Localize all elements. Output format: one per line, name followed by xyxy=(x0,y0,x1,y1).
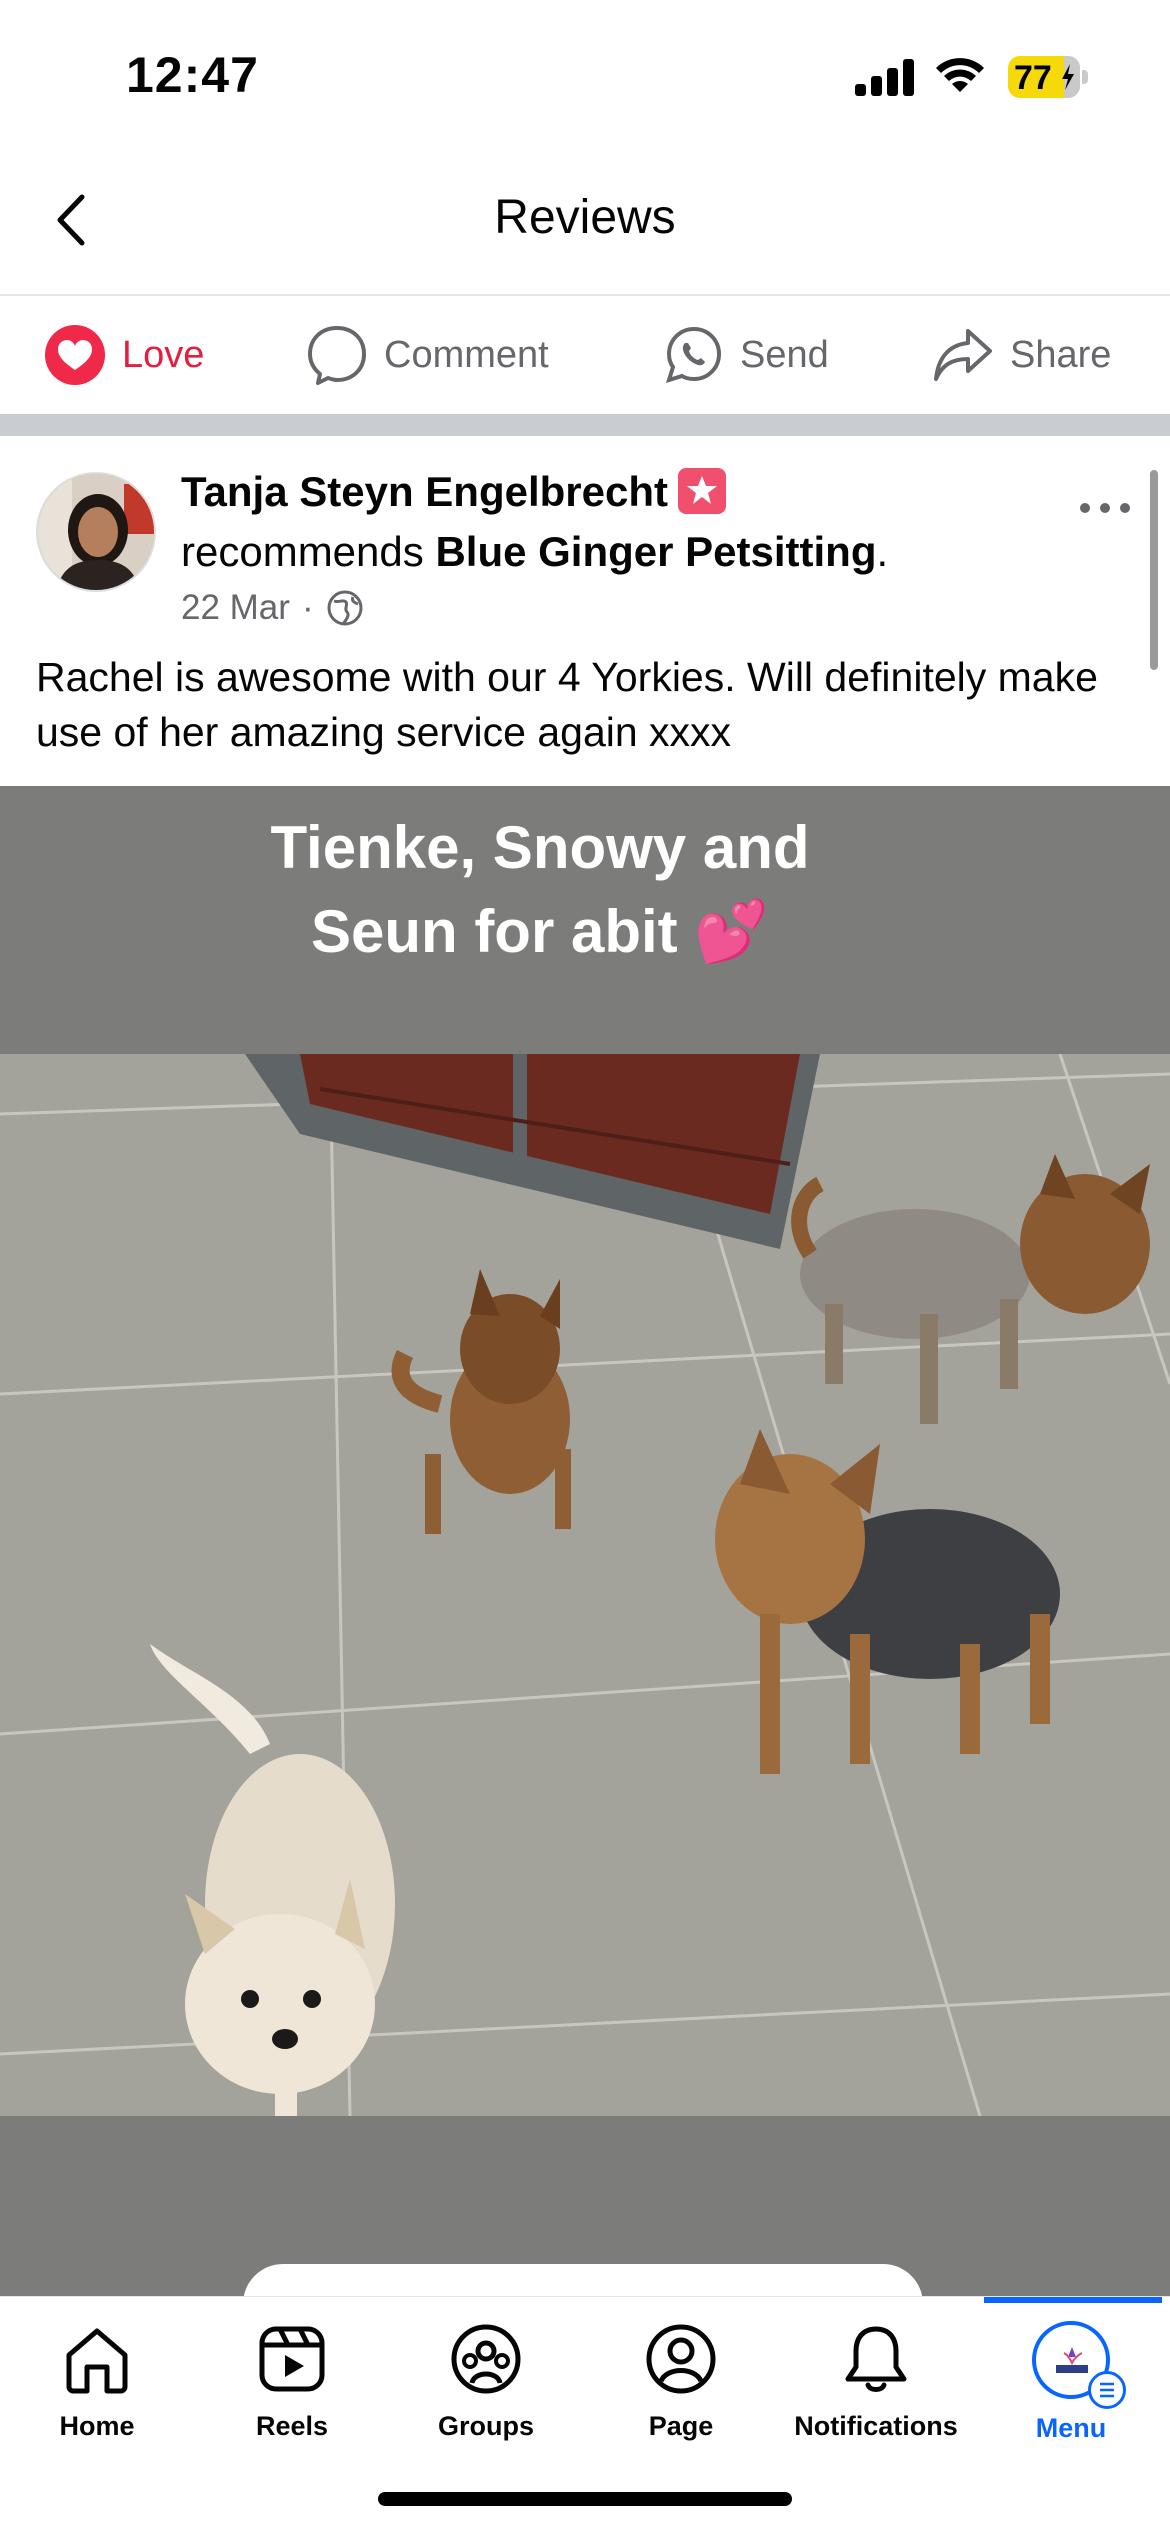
active-tab-indicator xyxy=(984,2297,1162,2303)
home-indicator xyxy=(378,2492,792,2506)
recommendation-line: recommends Blue Ginger Petsitting. xyxy=(181,528,888,576)
nav-home-label: Home xyxy=(59,2411,135,2441)
post-meta: 22 Mar · xyxy=(181,588,364,628)
scrollbar[interactable] xyxy=(1150,470,1158,670)
section-divider xyxy=(0,414,1170,436)
nav-reels[interactable]: Reels xyxy=(197,2321,387,2461)
love-icon xyxy=(45,325,105,385)
nav-menu-label: Menu xyxy=(1035,2413,1107,2443)
charging-bolt-icon xyxy=(1062,64,1074,90)
battery-icon: 77 xyxy=(1008,56,1088,98)
recommend-badge-icon xyxy=(678,468,726,514)
comment-button[interactable]: Comment xyxy=(306,320,549,390)
battery-level: 77 xyxy=(1014,59,1052,97)
photo-caption: Tienke, Snowy and Seun for abit 💕 xyxy=(90,806,990,974)
love-button[interactable]: Love xyxy=(44,320,204,390)
more-options-icon[interactable] xyxy=(1075,496,1135,520)
header: Reviews xyxy=(0,150,1170,296)
love-label: Love xyxy=(122,333,205,376)
page-title: Reviews xyxy=(494,191,676,244)
nav-groups[interactable]: Groups xyxy=(391,2321,581,2461)
blue-ginger-logo-icon xyxy=(1056,2347,1088,2373)
caption-line-1: Tienke, Snowy and xyxy=(270,814,810,881)
nav-reels-label: Reels xyxy=(255,2411,329,2441)
comment-icon xyxy=(308,326,366,385)
bell-icon xyxy=(845,2326,907,2392)
send-button[interactable]: Send xyxy=(664,320,829,390)
caption-line-2: Seun for abit 💕 xyxy=(310,898,770,965)
nav-notifications-label: Notifications xyxy=(794,2411,958,2441)
groups-icon xyxy=(451,2324,521,2394)
share-icon xyxy=(934,329,992,381)
nav-menu[interactable]: Menu xyxy=(976,2321,1166,2461)
share-label: Share xyxy=(1010,333,1112,376)
wifi-icon xyxy=(936,58,984,92)
reaction-bar: Love Comment Send Share xyxy=(0,296,1170,414)
send-label: Send xyxy=(740,333,829,376)
recommends-text: recommends xyxy=(181,528,424,575)
dogs-photo xyxy=(0,1054,1170,2116)
menu-lines-icon xyxy=(1088,2371,1126,2409)
status-time: 12:47 xyxy=(126,47,259,103)
nav-page[interactable]: Page xyxy=(586,2321,776,2461)
post-photo[interactable]: Tienke, Snowy and Seun for abit 💕 xyxy=(0,786,1170,2296)
nav-home[interactable]: Home xyxy=(2,2321,192,2461)
comment-label: Comment xyxy=(384,333,549,376)
status-bar: 12:47 77 xyxy=(0,0,1170,150)
meta-separator: · xyxy=(301,588,314,627)
menu-avatar-icon xyxy=(1032,2321,1126,2409)
share-button[interactable]: Share xyxy=(932,320,1111,390)
nav-notifications[interactable]: Notifications xyxy=(781,2321,971,2461)
author-name[interactable]: Tanja Steyn Engelbrecht xyxy=(181,468,668,515)
review-text: Rachel is awesome with our 4 Yorkies. Wi… xyxy=(36,654,1098,755)
author-name-line: Tanja Steyn Engelbrecht xyxy=(181,468,726,516)
reels-icon xyxy=(259,2326,325,2392)
recommends-suffix: . xyxy=(876,528,889,575)
home-icon xyxy=(66,2328,128,2394)
globe-icon xyxy=(327,590,363,626)
signal-icon xyxy=(855,58,915,96)
nav-page-label: Page xyxy=(648,2411,714,2441)
author-avatar[interactable] xyxy=(36,472,156,592)
whatsapp-icon xyxy=(665,326,722,384)
nav-groups-label: Groups xyxy=(437,2411,534,2441)
page-icon xyxy=(646,2324,716,2394)
post-date[interactable]: 22 Mar xyxy=(181,588,290,628)
page-name-link[interactable]: Blue Ginger Petsitting xyxy=(435,528,876,575)
